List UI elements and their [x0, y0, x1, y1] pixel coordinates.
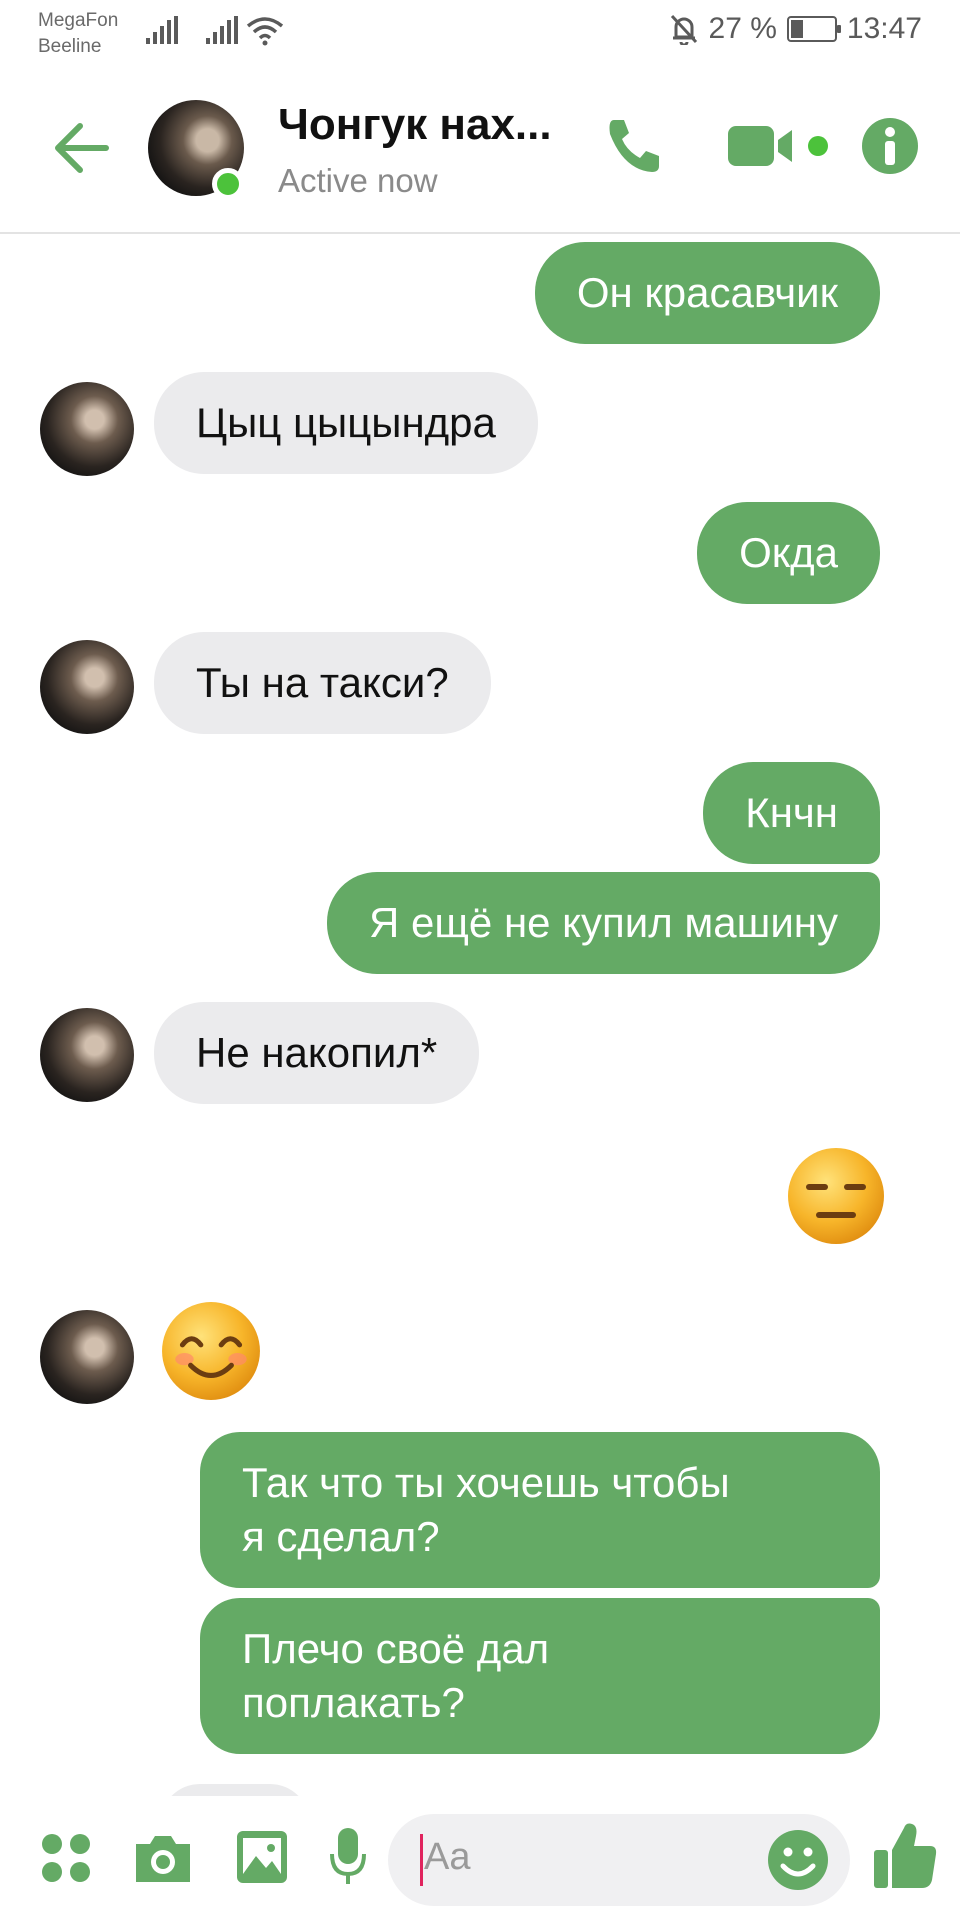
message-bubble-incoming[interactable]: Цыц цыцындра — [154, 372, 538, 474]
message-input[interactable]: Aa — [388, 1814, 850, 1906]
sender-avatar[interactable] — [40, 1310, 134, 1404]
signal-icon-2 — [206, 16, 238, 44]
composer-bar: Aa — [0, 1796, 960, 1920]
sender-avatar[interactable] — [40, 382, 134, 476]
message-input-placeholder: Aa — [424, 1836, 471, 1878]
battery-icon — [786, 16, 841, 42]
wifi-icon — [246, 17, 284, 46]
mute-bell-icon — [670, 14, 697, 45]
message-bubble-outgoing[interactable]: Плечо своё дал поплакать? — [200, 1598, 880, 1754]
status-right: 27 % 13:47 — [669, 12, 922, 46]
message-bubble-incoming[interactable]: Ты на такси? — [154, 632, 491, 734]
contact-name[interactable]: Чонгук нах... — [278, 100, 552, 150]
expressionless-face-emoji[interactable] — [786, 1146, 886, 1246]
text-cursor — [420, 1834, 423, 1886]
message-bubble-outgoing[interactable]: Кнчн — [703, 762, 880, 864]
thumbs-up-icon[interactable] — [872, 1820, 938, 1890]
chat-header: Чонгук нах... Active now — [0, 66, 960, 234]
message-line: Плечо своё дал — [242, 1625, 550, 1672]
back-arrow-icon[interactable] — [50, 116, 114, 180]
message-line: поплакать? — [242, 1679, 465, 1726]
info-icon[interactable] — [858, 114, 922, 178]
message-bubble-outgoing[interactable]: Он красавчик — [534, 242, 880, 344]
carrier-1: MegaFon — [38, 10, 119, 31]
camera-icon[interactable] — [132, 1830, 194, 1886]
carrier-2: Beeline — [38, 36, 102, 57]
microphone-icon[interactable] — [328, 1826, 368, 1888]
phone-icon[interactable] — [602, 114, 666, 178]
messenger-screen: MegaFon Beeline 27 % 13:47 Чонгук нах...… — [0, 0, 960, 1920]
message-line: я сделал? — [242, 1513, 440, 1560]
smiling-face-emoji[interactable] — [160, 1300, 262, 1402]
message-bubble-incoming[interactable]: Не накопил* — [154, 1002, 480, 1104]
apps-icon[interactable] — [40, 1832, 92, 1884]
battery-percent: 27 % — [708, 12, 777, 45]
sender-avatar[interactable] — [40, 640, 134, 734]
message-bubble-outgoing[interactable]: Я ещё не купил машину — [327, 872, 880, 974]
message-bubble-outgoing[interactable]: Окда — [697, 502, 880, 604]
message-list[interactable]: Он красавчик Цыц цыцындра Окда Ты на так… — [0, 236, 960, 1824]
contact-status: Active now — [278, 162, 438, 199]
video-camera-icon[interactable] — [726, 114, 832, 178]
signal-icon — [146, 16, 178, 44]
status-bar: MegaFon Beeline 27 % 13:47 — [0, 0, 960, 66]
online-indicator — [212, 168, 244, 200]
emoji-icon[interactable] — [766, 1828, 830, 1892]
carriers: MegaFon Beeline — [38, 8, 118, 60]
sender-avatar[interactable] — [40, 1008, 134, 1102]
gallery-icon[interactable] — [234, 1828, 290, 1886]
message-line: Так что ты хочешь чтобы — [242, 1459, 730, 1506]
clock: 13:47 — [846, 12, 922, 45]
message-bubble-outgoing[interactable]: Так что ты хочешь чтобы я сделал? — [200, 1432, 880, 1588]
